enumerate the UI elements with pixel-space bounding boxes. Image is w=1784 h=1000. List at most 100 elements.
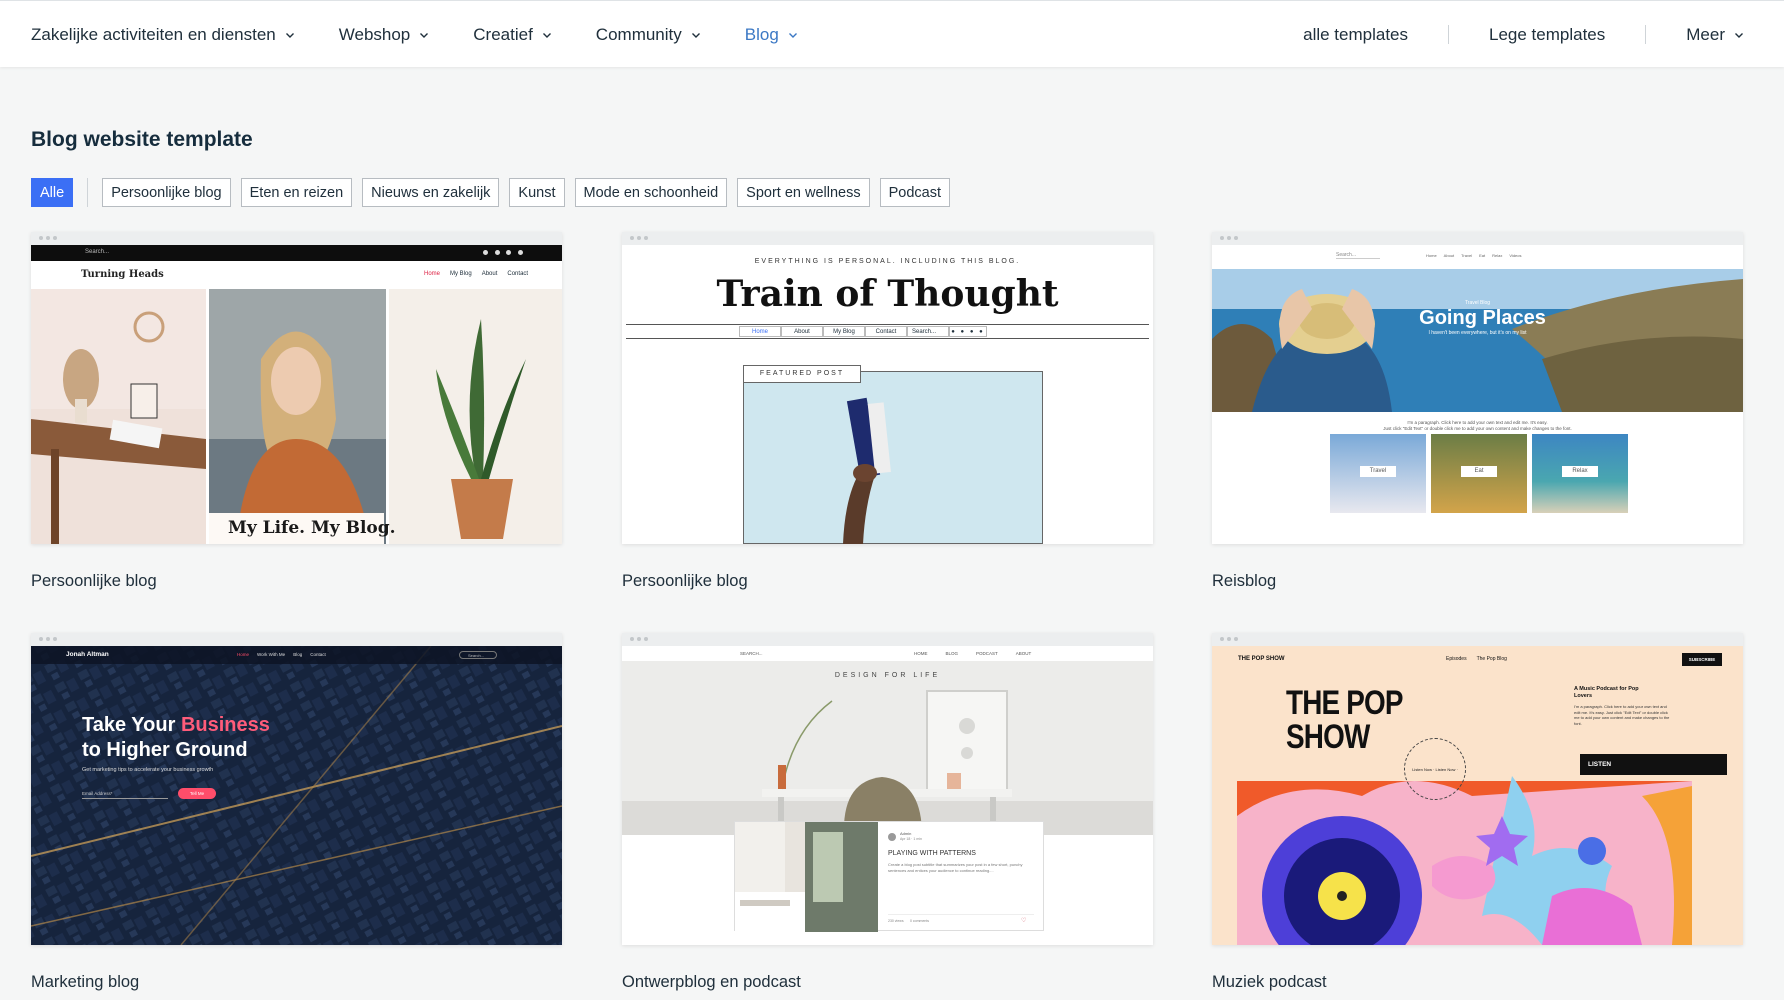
- template-preview: Jonah Altman Home Work With Me Blog Cont…: [31, 646, 562, 945]
- nav-item-label: Blog: [744, 24, 779, 44]
- preview-featured-label: FEATURED POST: [743, 365, 861, 383]
- template-thumbnail[interactable]: Search... Home About Travel Eat Relax Vi…: [1212, 232, 1743, 544]
- preview-tile-label: Relax: [1562, 466, 1598, 477]
- preview-post-card: Admin Apr 18 · 1 min PLAYING WITH PATTER…: [734, 821, 1044, 932]
- preview-menu-item: HOME: [914, 651, 928, 656]
- preview-menu-item: Contact: [507, 271, 529, 277]
- preview-menu: Episodes The Pop Blog: [1446, 656, 1507, 662]
- template-preview: Search... Turning Heads Home My Blog Abo…: [31, 245, 562, 544]
- preview-title: THE POP: [1286, 684, 1403, 722]
- preview-title: DESIGN FOR LIFE: [834, 672, 941, 679]
- preview-listen-button: LISTEN: [1580, 754, 1727, 775]
- preview-menu-item: Relax: [1492, 253, 1503, 258]
- preview-heading: A Music Podcast for Pop Lovers: [1574, 686, 1639, 699]
- template-name[interactable]: Reisblog: [1212, 572, 1743, 591]
- template-name[interactable]: Persoonlijke blog: [622, 572, 1153, 591]
- template-thumbnail[interactable]: SEARCH... HOME BLOG PODCAST ABOUT DESIGN…: [622, 633, 1153, 945]
- preview-title: Train of Thought: [716, 273, 1059, 315]
- preview-headline-part: Take Your: [82, 714, 181, 736]
- filter-divider: [87, 178, 89, 207]
- blank-templates-link[interactable]: Lege templates: [1489, 25, 1605, 45]
- template-name[interactable]: Marketing blog: [31, 973, 562, 992]
- preview-post-title: PLAYING WITH PATTERNS: [888, 850, 976, 857]
- preview-brand: THE POP SHOW: [1238, 656, 1285, 662]
- preview-site-name: Turning Heads: [81, 269, 164, 280]
- preview-kicker: EVERYTHING IS PERSONAL. INCLUDING THIS B…: [754, 258, 1021, 265]
- preview-site-name: Jonah Altman: [66, 651, 109, 658]
- filter-chip-art[interactable]: Kunst: [509, 178, 565, 207]
- page-title: Blog website template: [31, 128, 253, 151]
- nav-item-community[interactable]: Community: [596, 25, 701, 45]
- preview-menu-item: Home: [237, 652, 250, 657]
- preview-tile: Relax: [1532, 434, 1628, 513]
- preview-circle-badge: Listen Now · Listen Now ·: [1404, 738, 1466, 800]
- preview-menu-item: Contact: [310, 652, 326, 657]
- chevron-down-icon: [691, 30, 701, 40]
- preview-subscribe-button: SUBSCRIBE: [1682, 653, 1722, 666]
- preview-book-photo: [843, 397, 891, 544]
- template-preview: THE POP SHOW Episodes The Pop Blog SUBSC…: [1212, 646, 1743, 945]
- preview-illustration: [1237, 776, 1692, 945]
- template-card: THE POP SHOW Episodes The Pop Blog SUBSC…: [1212, 633, 1743, 992]
- preview-menu-item: ABOUT: [1015, 651, 1032, 656]
- filter-chip-personal[interactable]: Persoonlijke blog: [102, 178, 231, 207]
- template-name[interactable]: Persoonlijke blog: [31, 572, 562, 591]
- more-menu[interactable]: Meer: [1686, 25, 1744, 45]
- author-avatar: [888, 833, 896, 841]
- preview-photos: [31, 289, 562, 544]
- preview-hero-photo: [1212, 269, 1743, 412]
- browser-bar: [31, 633, 562, 646]
- filter-chip-fashion-beauty[interactable]: Mode en schoonheid: [574, 178, 728, 207]
- nav-divider: [1448, 25, 1450, 44]
- chevron-down-icon: [788, 30, 798, 40]
- template-card: Search... Home About Travel Eat Relax Vi…: [1212, 232, 1743, 591]
- preview-tiles: Travel Eat Relax: [1330, 434, 1628, 513]
- chevron-down-icon: [419, 30, 429, 40]
- preview-text: I'm a paragraph. Click here to add your …: [1574, 704, 1670, 726]
- preview-menu: Home About My Blog Contact Search... ● ●…: [739, 326, 987, 337]
- preview-subtitle: I haven't been everywhere, but it's on m…: [1428, 330, 1527, 336]
- all-templates-link[interactable]: alle templates: [1303, 25, 1408, 45]
- preview-menu: Home Work With Me Blog Contact: [237, 652, 326, 657]
- preview-search: Search...: [85, 249, 110, 255]
- preview-search: Search...: [459, 651, 497, 659]
- preview-headline: Take Your Business: [82, 714, 270, 737]
- preview-desk-photo: [622, 661, 1153, 835]
- filter-chip-podcast[interactable]: Podcast: [879, 178, 951, 207]
- preview-email-field: Email Address*: [82, 791, 168, 799]
- nav-item-creative[interactable]: Creatief: [473, 25, 552, 45]
- nav-item-blog[interactable]: Blog: [745, 25, 798, 45]
- template-thumbnail[interactable]: EVERYTHING IS PERSONAL. INCLUDING THIS B…: [622, 232, 1153, 544]
- nav-item-label: Webshop: [338, 24, 411, 44]
- preview-author: Admin: [900, 831, 912, 836]
- preview-menu-item: About: [781, 326, 823, 337]
- nav-item-webshop[interactable]: Webshop: [339, 25, 430, 45]
- template-card: EVERYTHING IS PERSONAL. INCLUDING THIS B…: [622, 232, 1153, 591]
- template-name[interactable]: Ontwerpblog en podcast: [622, 973, 1153, 992]
- chevron-down-icon: [285, 30, 295, 40]
- preview-menu-item: Eat: [1479, 253, 1486, 258]
- nav-item-business[interactable]: Zakelijke activiteiten en diensten: [31, 25, 295, 45]
- preview-menu-item: About: [481, 271, 498, 277]
- preview-menu-item: Episodes: [1446, 656, 1467, 662]
- preview-tile-label: Eat: [1461, 466, 1497, 477]
- template-name[interactable]: Muziek podcast: [1212, 973, 1743, 992]
- preview-comments: 0 comments: [910, 919, 930, 923]
- template-card: SEARCH... HOME BLOG PODCAST ABOUT DESIGN…: [622, 633, 1153, 992]
- chevron-down-icon: [1734, 30, 1744, 40]
- filter-chip-news-business[interactable]: Nieuws en zakelijk: [362, 178, 500, 207]
- preview-post-image: [735, 822, 878, 932]
- preview-views: 230 views: [888, 919, 904, 923]
- filter-chip-food-travel[interactable]: Eten en reizen: [240, 178, 353, 207]
- template-thumbnail[interactable]: THE POP SHOW Episodes The Pop Blog SUBSC…: [1212, 633, 1743, 945]
- nav-item-label: Zakelijke activiteiten en diensten: [31, 24, 276, 44]
- template-thumbnail[interactable]: Search... Turning Heads Home My Blog Abo…: [31, 232, 562, 544]
- preview-menu-item: Blog: [293, 652, 303, 657]
- filter-chip-all[interactable]: Alle: [31, 178, 74, 207]
- template-thumbnail[interactable]: Jonah Altman Home Work With Me Blog Cont…: [31, 633, 562, 945]
- more-label: Meer: [1686, 24, 1725, 44]
- template-preview: SEARCH... HOME BLOG PODCAST ABOUT DESIGN…: [622, 646, 1153, 945]
- filter-chip-sport-wellness[interactable]: Sport en wellness: [737, 178, 870, 207]
- preview-menu-item: BLOG: [945, 651, 959, 656]
- preview-paragraph: I'm a paragraph. Click here to add your …: [1407, 420, 1548, 425]
